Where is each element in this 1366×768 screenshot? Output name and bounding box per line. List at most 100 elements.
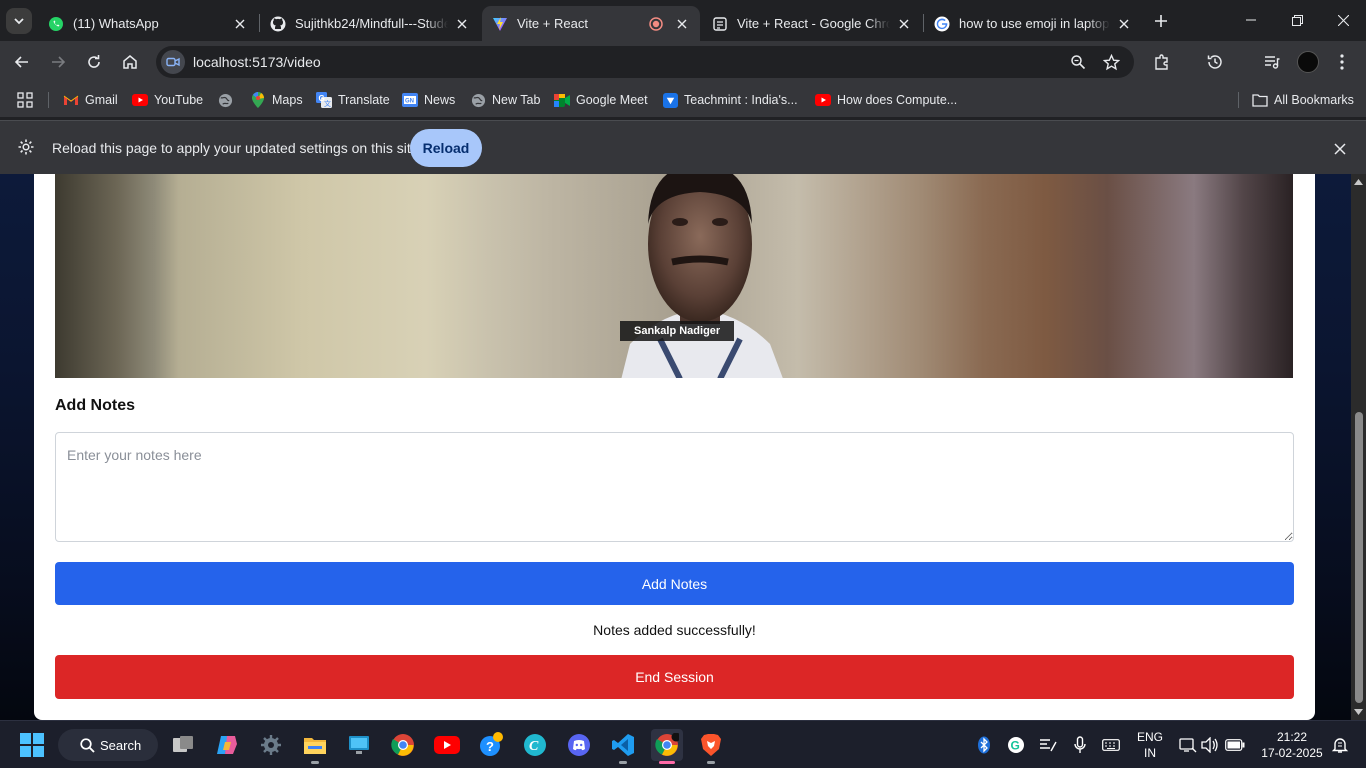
close-tab-icon[interactable] bbox=[896, 16, 912, 32]
forward-button[interactable] bbox=[44, 48, 72, 76]
participant-name-tag: Sankalp Nadiger bbox=[620, 321, 735, 341]
page-scrollbar[interactable] bbox=[1351, 174, 1366, 720]
participant-video-image bbox=[621, 174, 783, 378]
add-notes-button[interactable]: Add Notes bbox=[55, 562, 1294, 605]
whatsapp-icon bbox=[48, 16, 64, 32]
clock[interactable]: 21:22 17-02-2025 bbox=[1256, 729, 1328, 761]
bookmark-label: Translate bbox=[338, 93, 390, 107]
scroll-up-icon[interactable] bbox=[1354, 177, 1363, 186]
bookmark-label: Teachmint : India's... bbox=[684, 93, 798, 107]
taskbar-search[interactable]: Search bbox=[58, 729, 158, 761]
tab-vite-react-chrome[interactable]: Vite + React - Google Chron bbox=[702, 6, 922, 41]
new-tab-button[interactable] bbox=[1150, 10, 1172, 32]
bookmark-google-meet[interactable]: Google Meet bbox=[554, 91, 648, 109]
bookmark-label: Gmail bbox=[85, 93, 118, 107]
network-icon[interactable] bbox=[1178, 735, 1198, 755]
profile-avatar[interactable] bbox=[1294, 48, 1322, 76]
tab-title: Sujithkb24/Mindfull---Studer bbox=[295, 16, 448, 31]
bookmark-globe[interactable] bbox=[217, 91, 239, 109]
bookmark-teachmint[interactable]: Teachmint : India's... bbox=[662, 91, 798, 109]
file-explorer-icon[interactable] bbox=[299, 729, 331, 764]
bookmark-gmail[interactable]: Gmail bbox=[63, 91, 118, 109]
restore-button[interactable] bbox=[1274, 0, 1320, 40]
media-control-button[interactable] bbox=[1258, 48, 1286, 76]
clock-date: 17-02-2025 bbox=[1261, 746, 1323, 760]
notification-bell-icon[interactable] bbox=[1330, 735, 1350, 755]
site-info-button[interactable] bbox=[161, 50, 185, 74]
vscode-icon[interactable] bbox=[607, 729, 639, 764]
tab-github[interactable]: Sujithkb24/Mindfull---Studer bbox=[260, 6, 480, 41]
history-button[interactable] bbox=[1201, 48, 1229, 76]
scroll-thumb[interactable] bbox=[1355, 412, 1363, 703]
apps-button[interactable] bbox=[17, 91, 33, 109]
volume-icon[interactable] bbox=[1200, 735, 1220, 755]
url-text[interactable]: localhost:5173/video bbox=[193, 54, 321, 70]
language-indicator[interactable]: ENG IN bbox=[1132, 729, 1168, 761]
infobar-reload-button[interactable]: Reload bbox=[410, 129, 482, 167]
notes-textarea[interactable] bbox=[55, 432, 1294, 542]
task-view-icon[interactable] bbox=[167, 729, 199, 761]
maps-icon bbox=[250, 92, 266, 108]
tab-vite-react-active[interactable]: Vite + React bbox=[482, 6, 700, 41]
scroll-down-icon[interactable] bbox=[1354, 707, 1363, 716]
copilot-icon[interactable] bbox=[211, 729, 243, 761]
close-tab-icon[interactable] bbox=[1116, 16, 1132, 32]
tab-google-search[interactable]: how to use emoji in laptop bbox=[924, 6, 1142, 41]
browser-toolbar: localhost:5173/video bbox=[0, 41, 1366, 83]
canva-icon[interactable]: C bbox=[519, 729, 551, 761]
chrome-active-icon[interactable] bbox=[651, 729, 683, 764]
search-label: Search bbox=[100, 737, 142, 753]
close-infobar-icon[interactable] bbox=[1334, 142, 1346, 155]
brave-icon[interactable] bbox=[695, 729, 727, 764]
bookmark-star-icon[interactable] bbox=[1101, 52, 1121, 72]
bookmark-translate[interactable]: G文 Translate bbox=[316, 91, 390, 109]
bookmark-label: News bbox=[424, 93, 456, 107]
start-button[interactable] bbox=[16, 729, 48, 761]
globe-icon bbox=[217, 92, 233, 108]
github-icon bbox=[270, 16, 286, 32]
minimize-button[interactable] bbox=[1228, 0, 1274, 40]
bookmark-news[interactable]: GN News bbox=[402, 91, 455, 109]
grammarly-icon[interactable]: G bbox=[1006, 735, 1026, 755]
camera-icon bbox=[166, 57, 180, 67]
close-tab-icon[interactable] bbox=[674, 16, 690, 32]
close-tab-icon[interactable] bbox=[454, 16, 470, 32]
tab-whatsapp[interactable]: (11) WhatsApp bbox=[38, 6, 258, 41]
battery-icon[interactable] bbox=[1225, 735, 1245, 755]
all-bookmarks-button[interactable]: All Bookmarks bbox=[1252, 91, 1354, 109]
keyboard-icon[interactable] bbox=[1101, 735, 1121, 755]
tab-title: (11) WhatsApp bbox=[73, 16, 159, 31]
help-icon[interactable]: ? bbox=[475, 729, 507, 761]
back-button[interactable] bbox=[8, 48, 36, 76]
bookmark-new-tab[interactable]: New Tab bbox=[470, 91, 540, 109]
notes-tray-icon[interactable] bbox=[1038, 735, 1058, 755]
discord-icon[interactable] bbox=[563, 729, 595, 761]
home-button[interactable] bbox=[116, 48, 144, 76]
bookmark-how-does-computer[interactable]: How does Compute... bbox=[815, 91, 957, 109]
playlist-icon bbox=[1265, 56, 1280, 69]
zoom-icon[interactable] bbox=[1068, 52, 1088, 72]
extensions-button[interactable] bbox=[1148, 48, 1176, 76]
close-tab-icon[interactable] bbox=[232, 16, 248, 32]
bluetooth-icon[interactable] bbox=[974, 735, 994, 755]
chrome-menu-button[interactable] bbox=[1328, 48, 1356, 76]
reload-button[interactable] bbox=[80, 48, 108, 76]
status-message: Notes added successfully! bbox=[593, 622, 756, 638]
youtube-app-icon[interactable] bbox=[431, 729, 463, 761]
microphone-icon[interactable] bbox=[1070, 735, 1090, 755]
chevron-down-icon bbox=[14, 18, 24, 25]
page-viewport: Sankalp Nadiger Add Notes Add Notes Note… bbox=[0, 174, 1366, 720]
bookmark-maps[interactable]: Maps bbox=[250, 91, 303, 109]
infobar-message: Reload this page to apply your updated s… bbox=[52, 140, 419, 156]
folder-icon bbox=[1252, 92, 1268, 108]
chrome-icon[interactable] bbox=[387, 729, 419, 761]
settings-app-icon[interactable] bbox=[255, 729, 287, 761]
puzzle-icon bbox=[1155, 54, 1168, 70]
tab-search-button[interactable] bbox=[6, 8, 32, 34]
address-bar[interactable]: localhost:5173/video bbox=[156, 46, 1134, 78]
close-window-button[interactable] bbox=[1320, 0, 1366, 40]
windows-icon bbox=[20, 733, 44, 757]
remote-desktop-icon[interactable] bbox=[343, 729, 375, 761]
end-session-button[interactable]: End Session bbox=[55, 655, 1294, 699]
bookmark-youtube[interactable]: YouTube bbox=[132, 91, 203, 109]
